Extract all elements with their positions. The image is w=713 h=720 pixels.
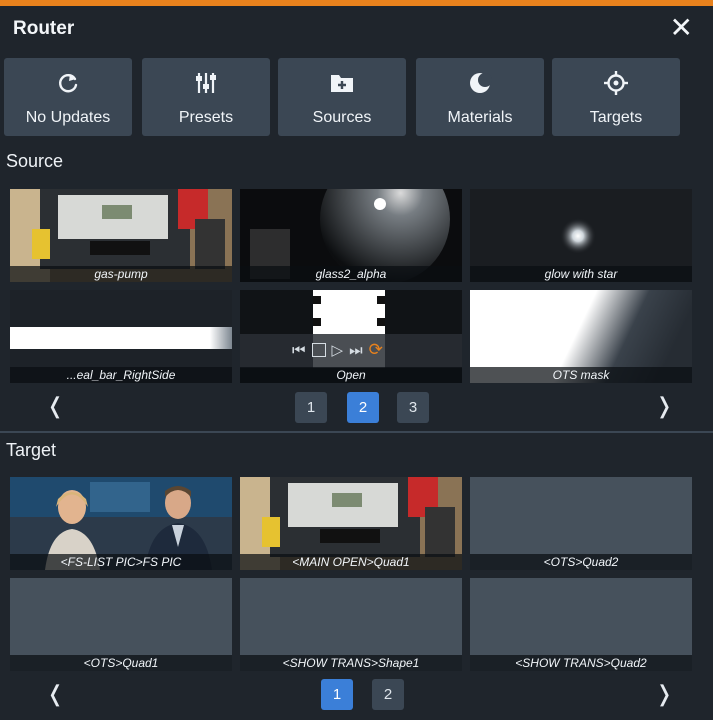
close-icon[interactable]: ✕ (670, 12, 693, 44)
target-thumb-ots-quad2[interactable]: <OTS>Quad2 (470, 477, 692, 570)
thumb-caption: glass2_alpha (240, 266, 462, 282)
materials-label: Materials (447, 109, 513, 126)
thumb-caption: glow with star (470, 266, 692, 282)
target-thumb-main-open-quad1[interactable]: <MAIN OPEN>Quad1 (240, 477, 462, 570)
source-prev-icon[interactable]: ❬ (46, 393, 64, 419)
source-thumb-glow-with-star[interactable]: glow with star (470, 189, 692, 282)
source-page-1[interactable]: 1 (295, 392, 327, 423)
thumb-caption: ...eal_bar_RightSide (10, 367, 232, 383)
presets-label: Presets (178, 109, 234, 126)
target-page-1[interactable]: 1 (321, 679, 353, 710)
source-thumb-ots-mask[interactable]: OTS mask (470, 290, 692, 383)
target-section-label: Target (6, 440, 57, 460)
target-thumb-fs-pic[interactable]: <FS-LIST PIC>FS PIC (10, 477, 232, 570)
source-next-icon[interactable]: ❭ (655, 393, 673, 419)
target-next-icon[interactable]: ❭ (655, 681, 673, 707)
target-prev-icon[interactable]: ❬ (46, 681, 64, 707)
target-page-2[interactable]: 2 (372, 679, 404, 710)
refresh-icon (4, 70, 132, 96)
source-thumb-open[interactable]: ⏮ ▷ ⏭ ⟳ Open (240, 290, 462, 383)
sources-label: Sources (312, 109, 372, 126)
thumb-caption: gas-pump (10, 266, 232, 282)
source-section-label: Source (6, 151, 64, 171)
skip-forward-icon[interactable]: ⏭ (349, 342, 363, 359)
materials-button[interactable]: Materials (416, 58, 544, 136)
skip-back-icon[interactable]: ⏮ (292, 342, 306, 359)
thumb-caption: <FS-LIST PIC>FS PIC (10, 554, 232, 570)
stop-icon[interactable] (311, 343, 326, 357)
thumb-caption: <OTS>Quad2 (470, 554, 692, 570)
thumb-caption: <MAIN OPEN>Quad1 (240, 554, 462, 570)
moon-icon (416, 70, 544, 96)
window-title: Router (13, 18, 75, 39)
target-thumb-show-trans-shape1[interactable]: <SHOW TRANS>Shape1 (240, 578, 462, 671)
media-controls: ⏮ ▷ ⏭ ⟳ (292, 340, 383, 360)
thumb-caption: <SHOW TRANS>Quad2 (470, 655, 692, 671)
window-header: Router ✕ (0, 6, 713, 48)
sliders-icon (142, 70, 270, 96)
presets-button[interactable]: Presets (142, 58, 270, 136)
source-thumb-gas-pump[interactable]: gas-pump (10, 189, 232, 282)
targets-label: Targets (589, 109, 643, 126)
crosshair-icon (552, 70, 680, 96)
thumb-caption: OTS mask (470, 367, 692, 383)
target-thumb-show-trans-quad2[interactable]: <SHOW TRANS>Quad2 (470, 578, 692, 671)
source-page-3[interactable]: 3 (397, 392, 429, 423)
no-updates-button[interactable]: No Updates (4, 58, 132, 136)
source-thumb-bar-rightside[interactable]: ...eal_bar_RightSide (10, 290, 232, 383)
thumb-caption: <OTS>Quad1 (10, 655, 232, 671)
thumb-caption: <SHOW TRANS>Shape1 (240, 655, 462, 671)
section-divider (0, 431, 713, 433)
toolbar: No Updates Presets Sources Materials Tar… (0, 58, 713, 136)
play-icon[interactable]: ▷ (332, 341, 344, 359)
targets-button[interactable]: Targets (552, 58, 680, 136)
source-page-2[interactable]: 2 (347, 392, 379, 423)
target-thumb-ots-quad1[interactable]: <OTS>Quad1 (10, 578, 232, 671)
thumb-caption: Open (240, 367, 462, 383)
folder-add-icon (278, 70, 406, 96)
source-thumb-glass2-alpha[interactable]: glass2_alpha (240, 189, 462, 282)
loop-icon[interactable]: ⟳ (369, 340, 383, 360)
sources-button[interactable]: Sources (278, 58, 406, 136)
no-updates-label: No Updates (25, 109, 111, 126)
